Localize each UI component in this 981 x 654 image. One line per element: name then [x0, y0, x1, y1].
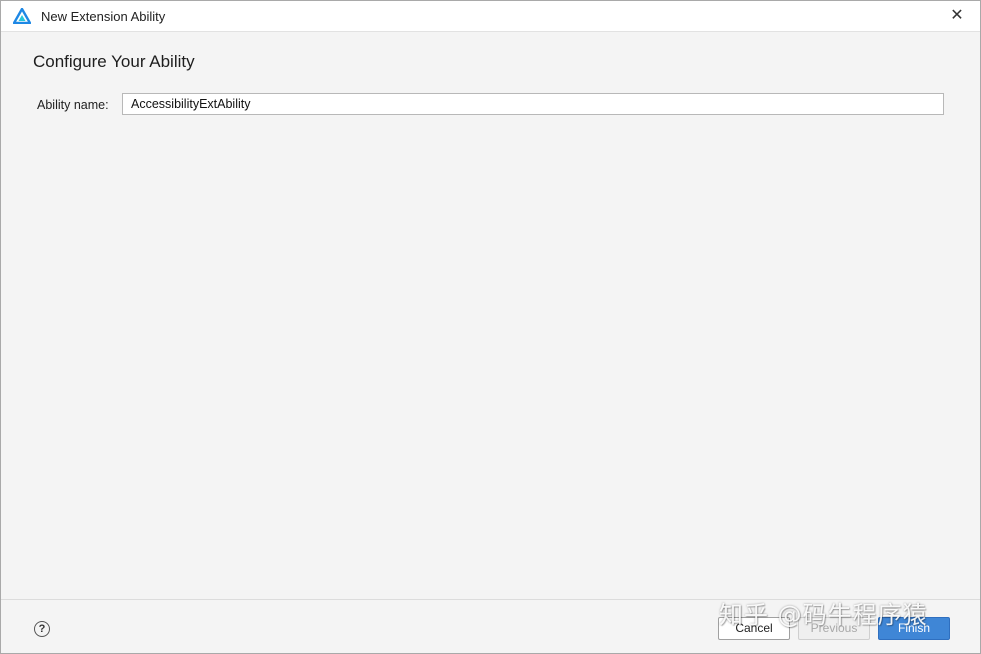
close-icon[interactable]: ✕	[947, 6, 967, 26]
dialog-window: New Extension Ability ✕ Configure Your A…	[0, 0, 981, 654]
help-icon[interactable]: ?	[34, 621, 50, 637]
ability-name-input[interactable]	[122, 93, 944, 115]
deveco-logo-icon	[13, 8, 31, 24]
window-title: New Extension Ability	[41, 9, 166, 24]
page-title: Configure Your Ability	[33, 52, 195, 71]
ability-name-label: Ability name:	[37, 98, 109, 112]
watermark-text: 知乎 @码牛程序猿	[719, 601, 928, 629]
title-bar: New Extension Ability ✕	[1, 1, 980, 32]
